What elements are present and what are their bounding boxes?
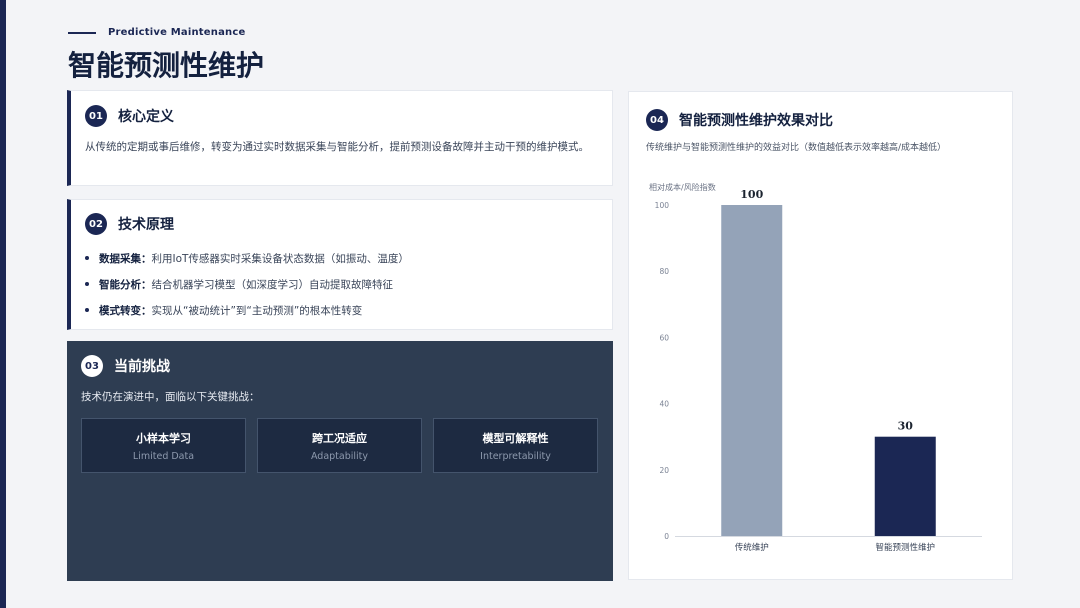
- list-item-text: 利用IoT传感器实时采集设备状态数据（如振动、温度）: [151, 252, 409, 265]
- list-item-key: 数据采集：: [99, 252, 152, 265]
- bullet-dot-icon: [85, 308, 89, 312]
- list-item: 数据采集： 利用IoT传感器实时采集设备状态数据（如振动、温度）: [85, 245, 409, 271]
- challenges-title: 当前挑战: [114, 359, 170, 375]
- bar-chart: 相对成本/风险指数 0 20 40 60 80 100 100 传统维护 30 智能预测性维护: [649, 182, 982, 553]
- left-accent-bar: [0, 0, 6, 608]
- challenges-intro: 技术仍在演进中，面临以下关键挑战：: [81, 391, 260, 403]
- comparison-card: 04 智能预测性维护效果对比 传统维护与智能预测性维护的效益对比（数值越低表示效…: [628, 91, 1013, 580]
- principles-list: 数据采集： 利用IoT传感器实时采集设备状态数据（如振动、温度） 智能分析： 结…: [85, 245, 409, 323]
- challenge-item-adaptability: 跨工况适应 Adaptability: [257, 418, 422, 473]
- principles-title: 技术原理: [118, 217, 174, 233]
- page-title: 智能预测性维护: [68, 49, 265, 82]
- definition-header: 01 核心定义: [85, 105, 174, 127]
- challenges-number-badge: 03: [81, 355, 103, 377]
- principles-header: 02 技术原理: [85, 213, 174, 235]
- list-item-key: 模式转变：: [99, 304, 152, 317]
- definition-text: 从传统的定期或事后维修，转变为通过实时数据采集与智能分析，提前预测设备故障并主动…: [85, 141, 589, 153]
- bar: [874, 436, 936, 536]
- eyebrow-text: Predictive Maintenance: [108, 27, 246, 38]
- challenge-zh: 小样本学习: [136, 432, 191, 445]
- challenges-header: 03 当前挑战: [81, 355, 170, 377]
- principles-card: 02 技术原理 数据采集： 利用IoT传感器实时采集设备状态数据（如振动、温度）…: [67, 199, 613, 330]
- challenge-zh: 跨工况适应: [312, 432, 367, 445]
- challenge-en: Limited Data: [132, 451, 195, 462]
- eyebrow-line: [68, 31, 96, 34]
- y-tick-label: 0: [664, 532, 669, 541]
- list-item-key: 智能分析：: [99, 278, 152, 291]
- challenge-item-interpretability: 模型可解释性 Interpretability: [433, 418, 598, 473]
- y-tick-label: 40: [659, 400, 669, 409]
- x-tick-label: 智能预测性维护: [875, 542, 935, 553]
- x-tick-label: 传统维护: [735, 542, 769, 553]
- challenges-card: 03 当前挑战 技术仍在演进中，面临以下关键挑战： 小样本学习 Limited …: [67, 341, 613, 581]
- data-label: 30: [898, 420, 914, 433]
- bar: [721, 205, 783, 536]
- definition-number-badge: 01: [85, 105, 107, 127]
- challenge-item-limited-data: 小样本学习 Limited Data: [81, 418, 246, 473]
- list-item: 智能分析： 结合机器学习模型（如深度学习）自动提取故障特征: [85, 271, 409, 297]
- y-axis-label: 相对成本/风险指数: [649, 182, 716, 192]
- challenge-zh: 模型可解释性: [482, 432, 549, 445]
- y-tick-label: 80: [659, 267, 669, 276]
- y-tick-label: 60: [659, 333, 669, 342]
- bullet-dot-icon: [85, 256, 89, 260]
- challenge-en: Adaptability: [310, 451, 369, 462]
- list-item-text: 结合机器学习模型（如深度学习）自动提取故障特征: [151, 278, 394, 291]
- definition-title: 核心定义: [118, 109, 174, 125]
- principles-number-badge: 02: [85, 213, 107, 235]
- challenge-en: Interpretability: [480, 451, 551, 462]
- eyebrow: Predictive Maintenance: [68, 27, 245, 38]
- y-tick-label: 100: [655, 201, 670, 210]
- data-label: 100: [740, 188, 763, 201]
- definition-card: 01 核心定义 从传统的定期或事后维修，转变为通过实时数据采集与智能分析，提前预…: [67, 90, 613, 186]
- list-item: 模式转变： 实现从“被动统计”到“主动预测”的根本性转变: [85, 297, 409, 323]
- list-item-text: 实现从“被动统计”到“主动预测”的根本性转变: [151, 304, 363, 317]
- y-tick-label: 20: [659, 466, 669, 475]
- bullet-dot-icon: [85, 282, 89, 286]
